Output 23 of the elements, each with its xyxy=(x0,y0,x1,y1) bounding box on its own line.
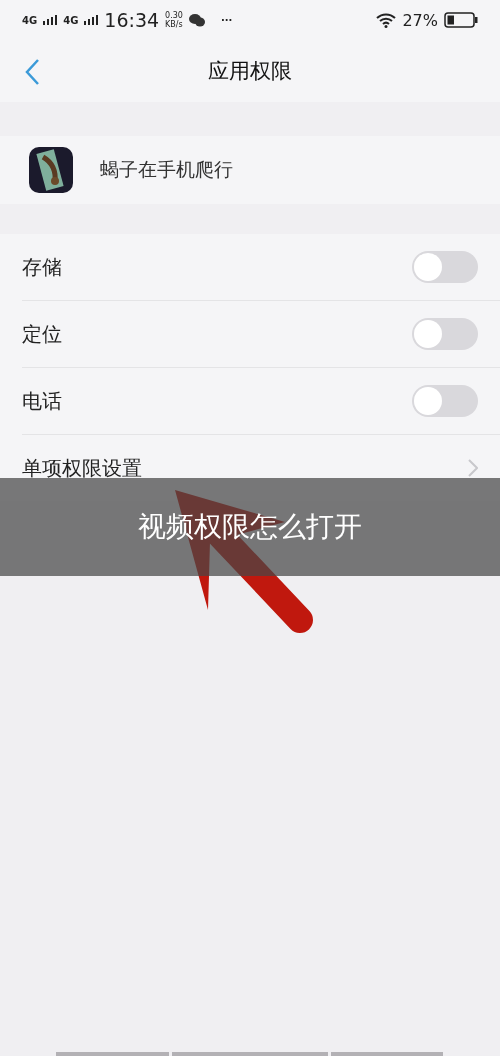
page-title: 应用权限 xyxy=(208,58,292,85)
signal-icon xyxy=(84,15,99,25)
permission-label: 单项权限设置 xyxy=(22,454,142,482)
network-label: 4G xyxy=(63,14,79,26)
chat-icon xyxy=(188,13,205,27)
permission-toggle[interactable] xyxy=(412,251,478,283)
caption-text: 视频权限怎么打开 xyxy=(138,509,362,545)
back-icon[interactable] xyxy=(24,58,40,86)
chevron-icon xyxy=(468,459,478,477)
wifi-icon xyxy=(376,12,397,28)
permission-label: 电话 xyxy=(22,387,62,415)
permission-toggle[interactable] xyxy=(412,318,478,350)
network-speed: 0.30 KB/s xyxy=(165,11,183,29)
permission-label: 定位 xyxy=(22,320,62,348)
more-indicator: ··· xyxy=(220,14,233,26)
permission-toggle[interactable] xyxy=(412,385,478,417)
permission-label: 存储 xyxy=(22,253,62,281)
app-name: 蝎子在手机爬行 xyxy=(100,157,233,182)
app-icon xyxy=(29,147,73,193)
signal-icon xyxy=(43,15,58,25)
battery-percent: 27% xyxy=(402,10,438,30)
clock-time: 16:34 xyxy=(104,9,160,31)
network-label: 4G xyxy=(22,14,38,26)
